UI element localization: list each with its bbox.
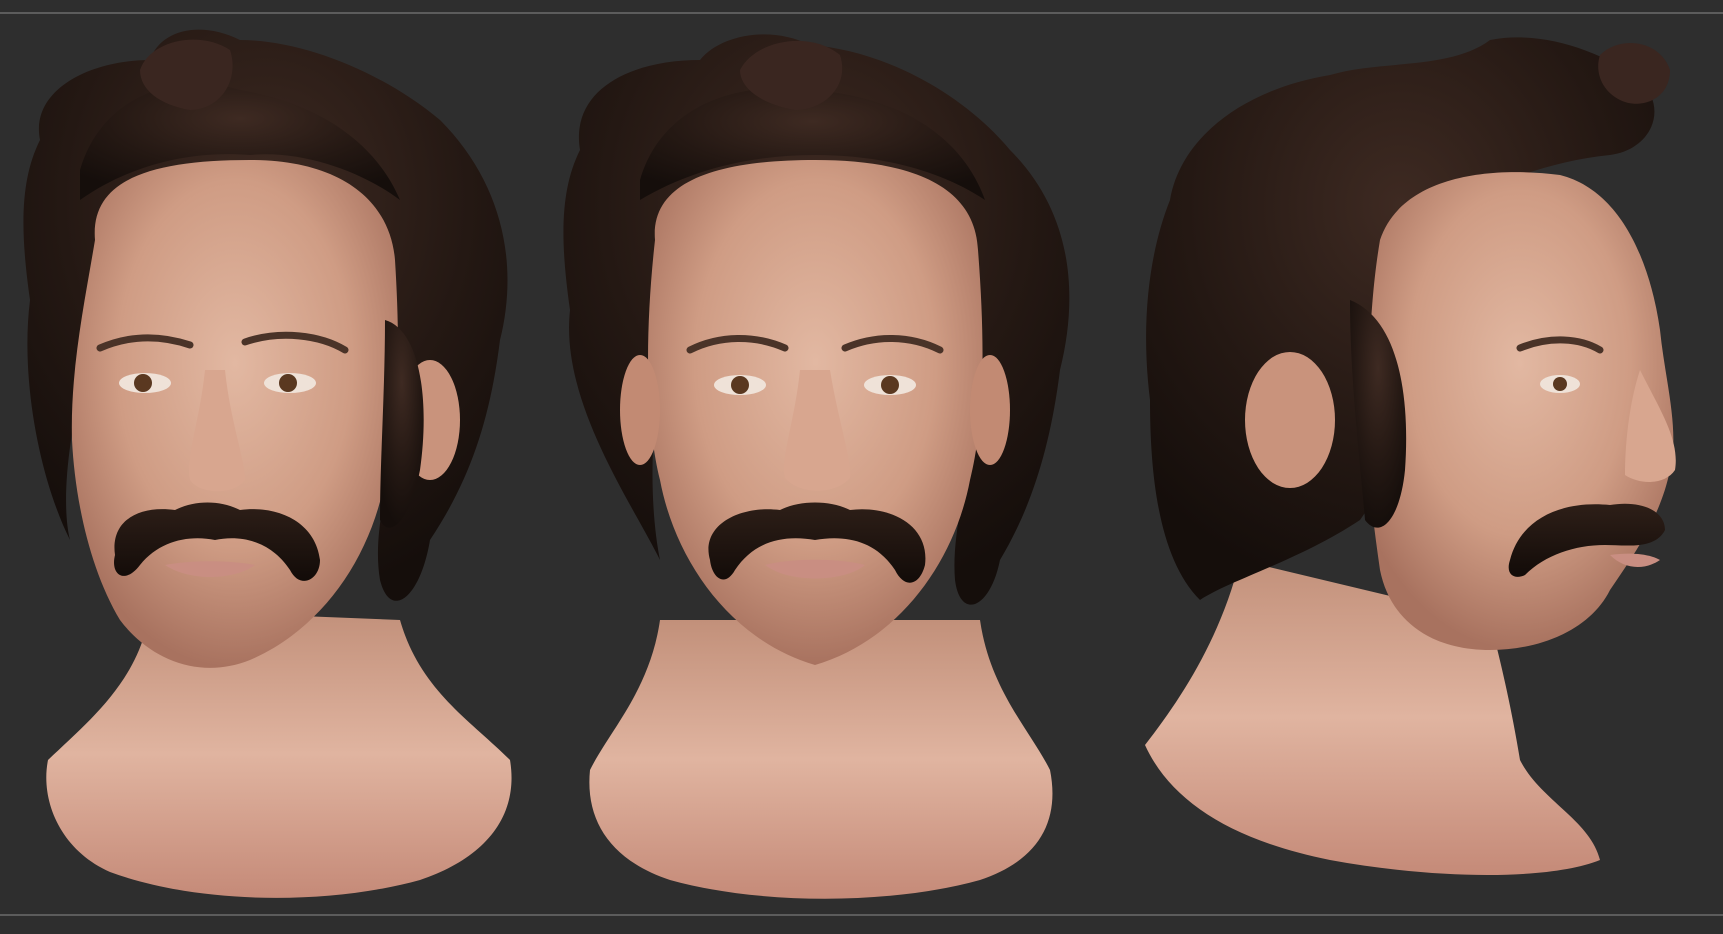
neck-shoulders bbox=[46, 610, 512, 898]
face bbox=[71, 160, 398, 668]
face bbox=[1365, 172, 1674, 650]
render-viewport bbox=[0, 0, 1723, 934]
ear bbox=[1245, 352, 1335, 488]
profile-view bbox=[1145, 37, 1676, 875]
ear-left bbox=[620, 355, 660, 465]
head-renders bbox=[23, 29, 1676, 899]
front-view bbox=[563, 34, 1070, 899]
three-quarter-view bbox=[23, 29, 512, 898]
ear-right bbox=[970, 355, 1010, 465]
